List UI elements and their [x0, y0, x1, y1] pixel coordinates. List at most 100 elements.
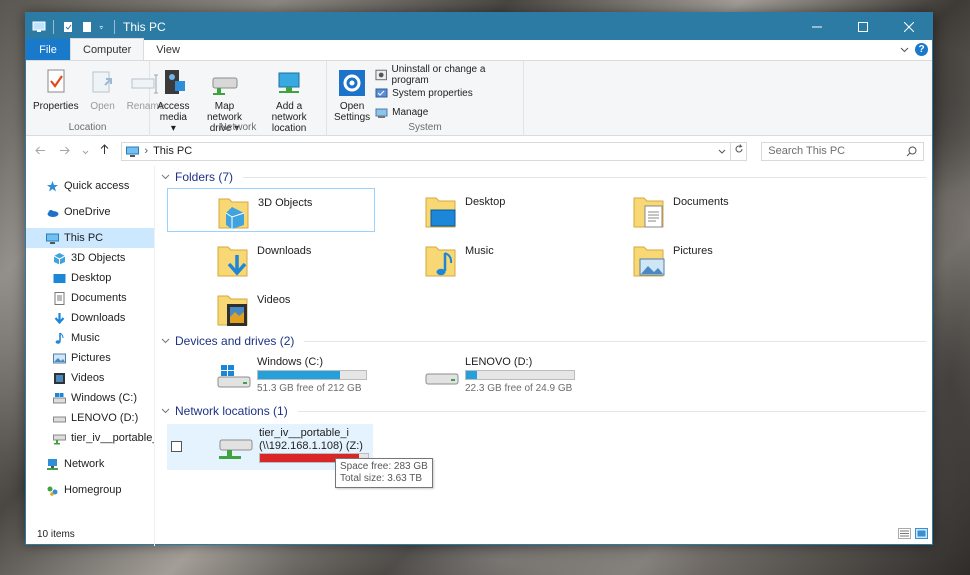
- folders-grid: 3D Objects Desktop Documents Downloads M…: [167, 188, 932, 330]
- drive-lenovo-d[interactable]: LENOVO (D:) 22.3 GB free of 24.9 GB: [375, 354, 583, 400]
- properties-button[interactable]: Properties: [30, 65, 82, 114]
- folder-downloads[interactable]: Downloads: [167, 237, 375, 281]
- system-properties-button[interactable]: System properties: [375, 85, 519, 102]
- sidebar-item-windows-c[interactable]: Windows (C:): [26, 388, 154, 408]
- maximize-button[interactable]: [840, 13, 886, 40]
- details-view-icon: [900, 530, 909, 537]
- sidebar-label: Quick access: [64, 180, 130, 192]
- divider: [243, 176, 926, 178]
- maximize-icon: [858, 21, 868, 32]
- main-body: Quick access OneDrive This PC 3D Objects…: [26, 166, 932, 546]
- manage-button[interactable]: Manage: [375, 104, 519, 121]
- drive-usage-bar: [465, 370, 575, 380]
- folder-documents[interactable]: Documents: [583, 188, 791, 232]
- breadcrumb-separator: ›: [144, 145, 149, 157]
- sidebar-item-onedrive[interactable]: OneDrive: [26, 202, 154, 222]
- folders-section-title: Folders (7): [175, 170, 234, 184]
- open-button[interactable]: Open: [84, 65, 122, 114]
- sidebar-item-music[interactable]: Music: [26, 328, 154, 348]
- sidebar-label: 3D Objects: [71, 252, 126, 264]
- sidebar-item-this-pc[interactable]: This PC: [26, 228, 154, 248]
- navigation-pane: Quick access OneDrive This PC 3D Objects…: [26, 166, 155, 546]
- document-icon: [54, 291, 65, 305]
- folder-desktop-icon: [425, 197, 456, 228]
- drive-usage-bar: [257, 370, 367, 380]
- tooltip-space-free: Space free: 283 GB: [340, 461, 428, 472]
- close-button[interactable]: [886, 13, 932, 40]
- network-location-icon: [278, 72, 300, 93]
- drive-name: LENOVO (D:): [465, 356, 533, 368]
- properties-icon: [47, 69, 65, 93]
- refresh-button[interactable]: [730, 142, 746, 160]
- system-group-label: System: [408, 122, 442, 133]
- large-icons-view-button[interactable]: [915, 528, 928, 539]
- open-settings-label: Open Settings: [334, 101, 370, 123]
- map-network-drive-label-line1: Map network: [206, 101, 242, 123]
- select-checkbox[interactable]: [171, 441, 182, 452]
- folder-music[interactable]: Music: [375, 237, 583, 281]
- chevron-down-icon: [161, 336, 171, 346]
- breadcrumb-this-pc[interactable]: This PC: [153, 145, 192, 157]
- help-button[interactable]: ?: [915, 43, 928, 56]
- chevron-down-icon: [161, 172, 171, 182]
- sidebar-item-network[interactable]: Network: [26, 454, 154, 474]
- details-view-button[interactable]: [898, 528, 911, 539]
- sidebar-item-downloads[interactable]: Downloads: [26, 308, 154, 328]
- sidebar-label: Documents: [71, 292, 127, 304]
- item-count: 10 items: [37, 528, 75, 540]
- properties-quick-icon[interactable]: [61, 21, 75, 33]
- folder-name: Music: [465, 245, 494, 257]
- download-icon: [54, 312, 65, 324]
- chevron-down-icon: [82, 150, 88, 155]
- uninstall-program-button[interactable]: Uninstall or change a program: [375, 64, 519, 86]
- recent-locations-button[interactable]: [82, 144, 88, 158]
- chevron-down-icon[interactable]: [900, 47, 909, 53]
- sidebar-item-desktop[interactable]: Desktop: [26, 268, 154, 288]
- minimize-button[interactable]: [794, 13, 840, 40]
- add-network-location-label-line1: Add a network: [271, 101, 307, 123]
- sidebar-item-documents[interactable]: Documents: [26, 288, 154, 308]
- divider: [304, 340, 926, 342]
- folder-name: Pictures: [673, 245, 713, 257]
- network-locations-section-header[interactable]: Network locations (1): [161, 400, 932, 422]
- up-button[interactable]: [98, 144, 112, 158]
- sidebar-item-homegroup[interactable]: Homegroup: [26, 480, 154, 500]
- address-dropdown-button[interactable]: [714, 146, 730, 156]
- drive-windows-c[interactable]: Windows (C:) 51.3 GB free of 212 GB: [167, 354, 375, 400]
- open-settings-button[interactable]: Open Settings: [331, 65, 373, 125]
- sidebar-item-quick-access[interactable]: Quick access: [26, 176, 154, 196]
- forward-button[interactable]: [58, 144, 72, 158]
- tab-computer[interactable]: Computer: [70, 38, 145, 60]
- computer-icon: [46, 233, 59, 244]
- devices-section-header[interactable]: Devices and drives (2): [161, 330, 932, 352]
- open-settings-label-line1: Open: [339, 101, 365, 112]
- drive-free-space: 51.3 GB free of 212 GB: [257, 383, 362, 394]
- folder-pictures-icon: [633, 246, 665, 277]
- tooltip-total-size: Total size: 3.63 TB: [340, 473, 423, 484]
- file-explorer-window: This PC File Computer View ? Properties …: [25, 12, 933, 546]
- new-folder-quick-icon[interactable]: [80, 21, 94, 33]
- folder-videos[interactable]: Videos: [167, 286, 375, 330]
- search-input[interactable]: Search This PC: [761, 141, 924, 161]
- tab-file[interactable]: File: [26, 39, 70, 60]
- address-bar[interactable]: › This PC: [121, 141, 748, 161]
- sidebar-label: OneDrive: [64, 206, 111, 218]
- sidebar-item-videos[interactable]: Videos: [26, 368, 154, 388]
- folder-pictures[interactable]: Pictures: [583, 237, 791, 281]
- sidebar-item-lenovo-d[interactable]: LENOVO (D:): [26, 408, 154, 428]
- folders-section-header[interactable]: Folders (7): [161, 166, 932, 188]
- back-button[interactable]: [34, 144, 48, 158]
- sidebar-item-network-drive-z[interactable]: tier_iv__portable_i (: [26, 428, 154, 448]
- folder-desktop[interactable]: Desktop: [375, 188, 583, 232]
- navigation-bar: › This PC Search This PC: [26, 136, 932, 166]
- customize-quick-access-icon[interactable]: [99, 21, 107, 33]
- drive-usage-fill: [258, 371, 341, 379]
- folder-3d-objects[interactable]: 3D Objects: [167, 188, 375, 232]
- title-bar: This PC: [26, 13, 932, 40]
- network-drive-icon: [53, 434, 66, 444]
- sidebar-item-pictures[interactable]: Pictures: [26, 348, 154, 368]
- chevron-down-icon: [161, 406, 171, 416]
- tab-view[interactable]: View: [144, 39, 192, 60]
- sidebar-item-3d-objects[interactable]: 3D Objects: [26, 248, 154, 268]
- sidebar-label: Desktop: [71, 272, 112, 284]
